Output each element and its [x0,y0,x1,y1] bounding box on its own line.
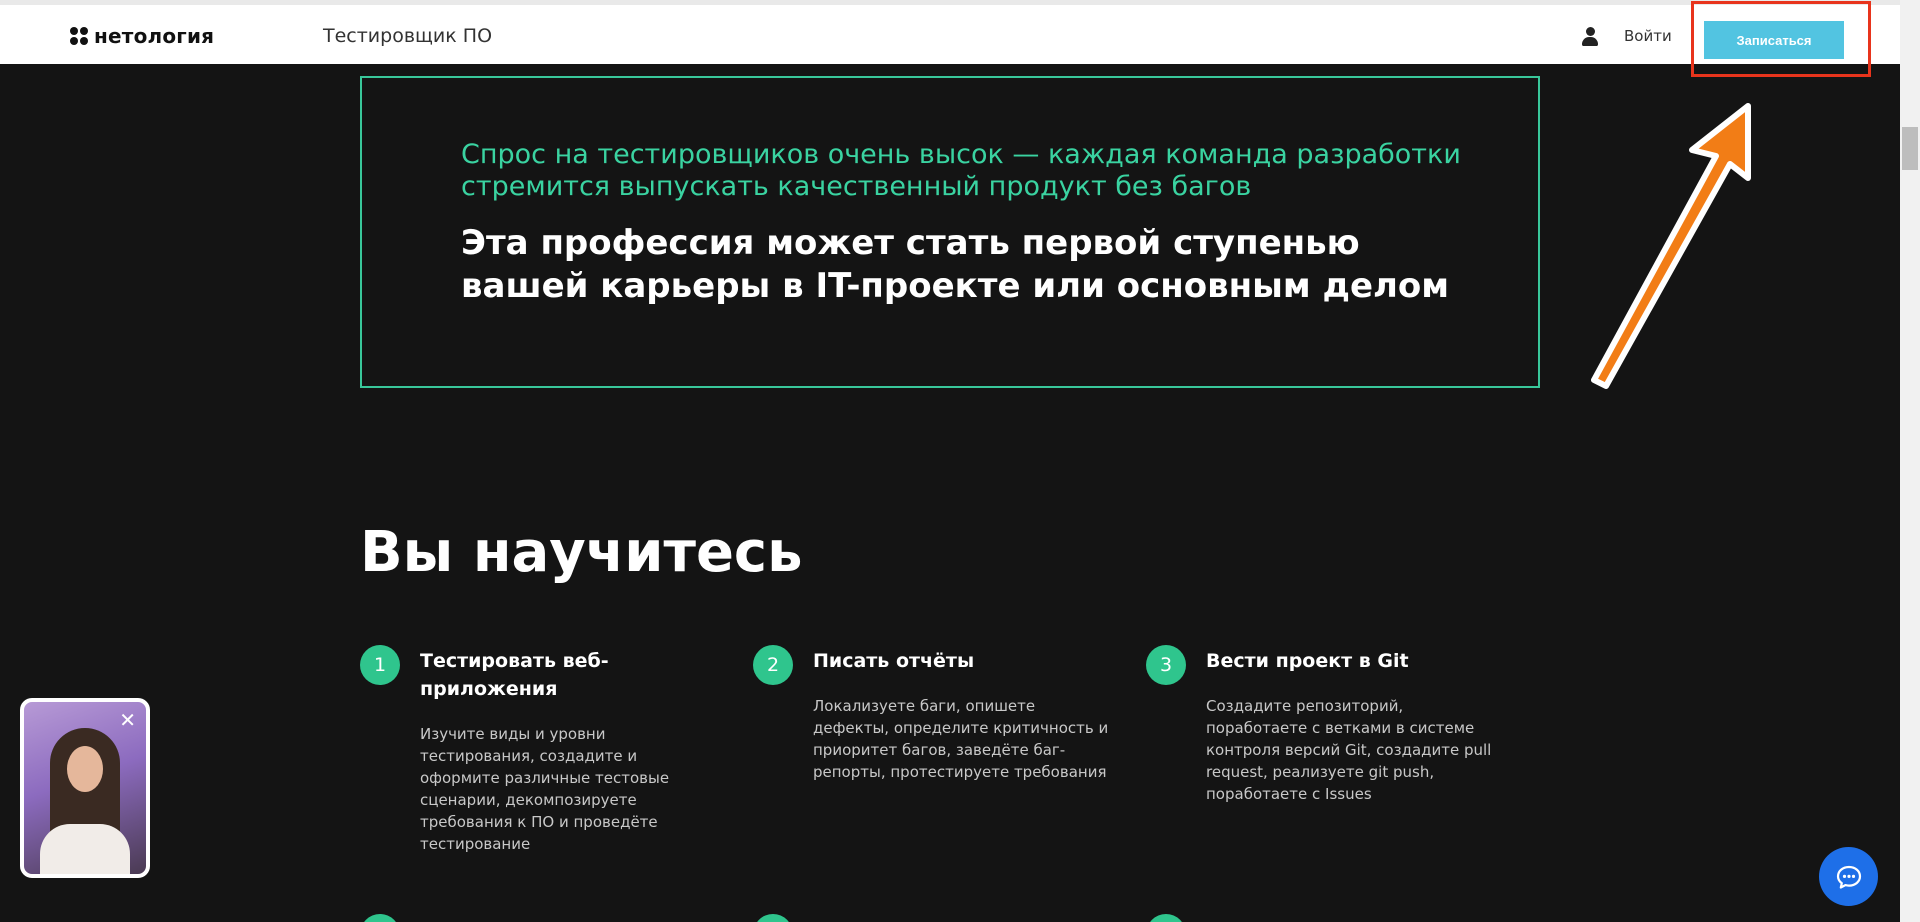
close-icon[interactable]: ✕ [119,710,136,730]
skill-number-badge: 3 [1146,645,1186,685]
skill-description: Создадите репозиторий, поработаете с вет… [1206,697,1492,803]
scrollbar-thumb[interactable] [1902,127,1918,170]
skill-title: Писать отчёты [813,650,975,672]
video-widget[interactable]: ✕ [20,698,150,878]
logo-text: нетология [94,24,215,48]
course-title: Тестировщик ПО [323,25,493,47]
chat-icon [1836,865,1861,889]
section-title: Вы научитесь [360,520,803,585]
login-link[interactable]: Войти [1624,27,1672,45]
skill-number-badge: 1 [360,645,400,685]
next-skill-badge-partial [1146,914,1186,922]
video-presenter-image [40,728,130,874]
user-icon[interactable] [1582,27,1598,47]
quote-green-text: Спрос на тестировщиков очень высок — каж… [461,139,1461,202]
skill-number-badge: 2 [753,645,793,685]
quote-white-text: Эта профессия может стать первой ступень… [461,223,1450,306]
annotation-arrow [1591,103,1751,389]
skill-title: Тестировать веб-приложения [420,650,609,700]
skill-description: Локализуете баги, опишете дефекты, опред… [813,697,1109,781]
next-skill-badge-partial [753,914,793,922]
skill-description: Изучите виды и уровни тестирования, созд… [420,725,670,853]
next-skill-badge-partial [360,914,400,922]
logo-icon [70,27,88,45]
annotation-highlight-box [1691,1,1871,77]
logo[interactable]: нетология [70,24,214,48]
skill-title: Вести проект в Git [1206,650,1409,672]
site-header: нетология Тестировщик ПО Войти Записатьс… [0,5,1900,64]
chat-button[interactable] [1819,847,1878,906]
